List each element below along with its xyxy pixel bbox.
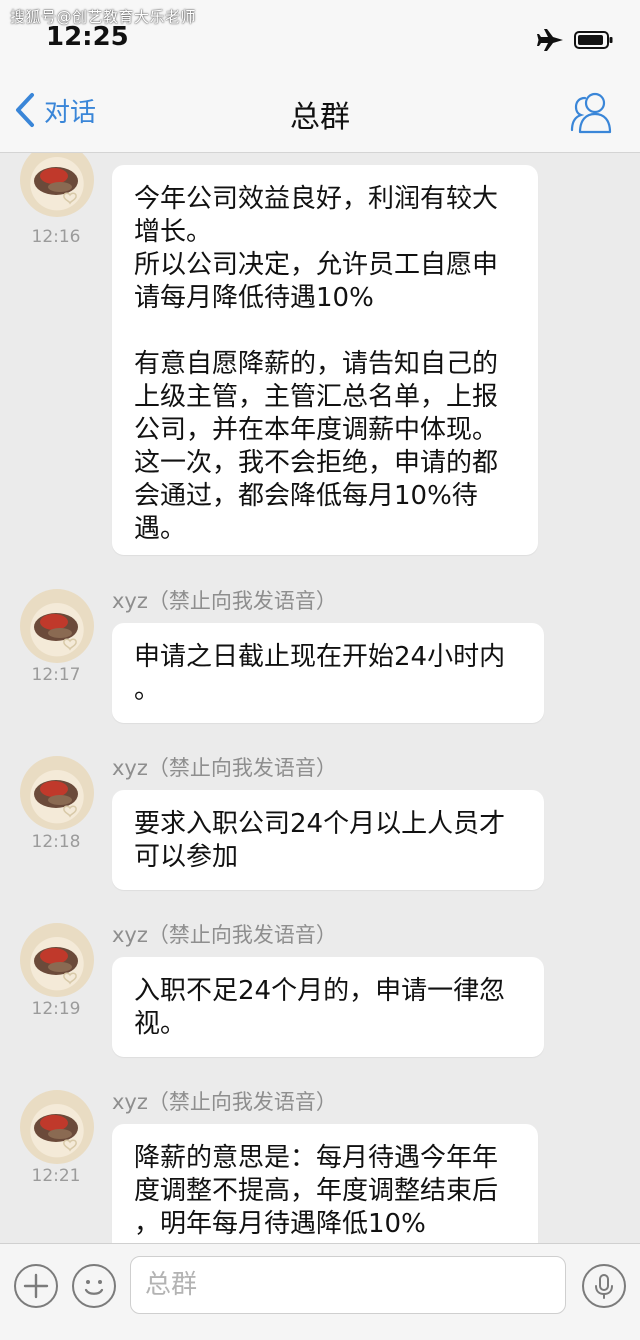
sender-name: xyz（禁止向我发语音） — [112, 589, 337, 613]
avatar[interactable] — [20, 589, 94, 663]
watermark: 搜狐号@创艺教育大乐老师 — [10, 8, 197, 26]
message-bubble[interactable]: 今年公司效益良好，利润有较大增长。 所以公司决定，允许员工自愿申请每月降低待遇1… — [112, 165, 538, 555]
message-time: 12:19 — [31, 999, 81, 1019]
message-bubble[interactable]: 要求入职公司24个月以上人员才可以参加 — [112, 790, 544, 890]
message-time: 12:16 — [31, 227, 81, 247]
message-bubble[interactable]: 降薪的意思是：每月待遇今年年度调整不提高，年度调整结束后 ，明年每月待遇降低10… — [112, 1124, 538, 1243]
avatar-image — [34, 780, 78, 818]
message-input[interactable] — [130, 1256, 566, 1314]
smiley-icon — [84, 1280, 104, 1295]
voice-button[interactable] — [582, 1264, 626, 1308]
avatar[interactable] — [20, 1090, 94, 1164]
avatar-image — [34, 947, 78, 985]
message-bubble[interactable]: 入职不足24个月的，申请一律忽视。 — [112, 957, 544, 1057]
sender-name: xyz（禁止向我发语音） — [112, 923, 337, 947]
chat-area[interactable]: 12:16 今年公司效益良好，利润有较大增长。 所以公司决定，允许员工自愿申请每… — [0, 153, 640, 1243]
page-title: 总群 — [290, 100, 350, 135]
sender-name: xyz（禁止向我发语音） — [112, 756, 337, 780]
battery-icon — [574, 31, 613, 49]
add-button[interactable] — [14, 1264, 58, 1308]
message-time: 12:21 — [31, 1166, 81, 1186]
avatar-image — [34, 613, 78, 651]
avatar-image — [34, 167, 78, 205]
input-bar — [0, 1243, 640, 1340]
message-time: 12:18 — [31, 832, 81, 852]
nav-bar: 对话 总群 — [0, 64, 640, 153]
avatar[interactable] — [20, 153, 94, 217]
avatar-image — [34, 1114, 78, 1152]
plus-icon — [23, 1273, 49, 1299]
message-bubble[interactable]: 申请之日截止现在开始24小时内 。 — [112, 623, 544, 723]
avatar[interactable] — [20, 756, 94, 830]
avatar[interactable] — [20, 923, 94, 997]
airplane-icon — [537, 29, 563, 51]
person-icon[interactable] — [568, 90, 614, 134]
sender-name: xyz（禁止向我发语音） — [112, 1090, 337, 1114]
emoji-button[interactable] — [72, 1264, 116, 1308]
microphone-icon — [595, 1274, 613, 1299]
message-time: 12:17 — [31, 665, 81, 685]
